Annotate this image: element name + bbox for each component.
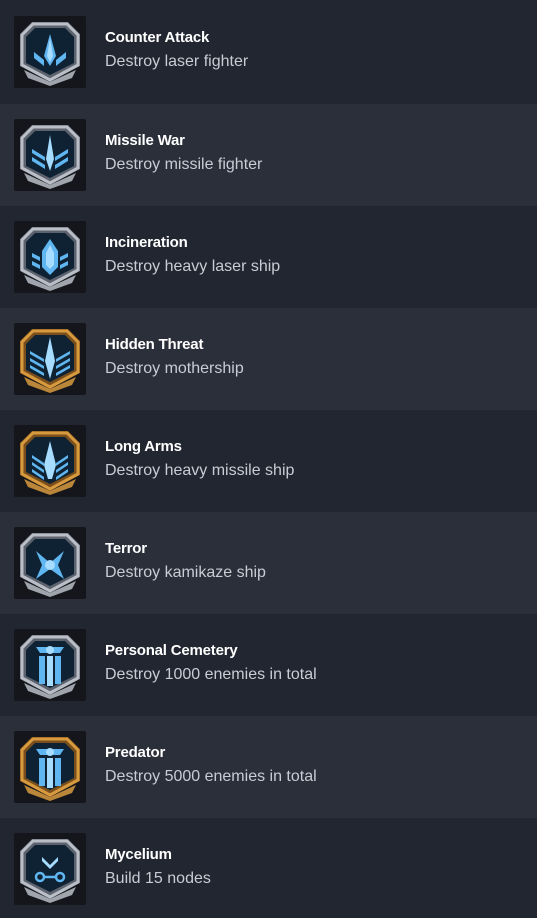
achievement-row: Counter Attack Destroy laser fighter	[0, 0, 537, 104]
achievement-row: Terror Destroy kamikaze ship	[0, 512, 537, 614]
achievement-row: Incineration Destroy heavy laser ship	[0, 206, 537, 308]
achievement-title: Missile War	[105, 132, 185, 149]
achievement-description: Build 15 nodes	[105, 870, 211, 887]
laser-fighter-icon	[14, 16, 86, 88]
achievement-title: Counter Attack	[105, 29, 210, 46]
achievement-description: Destroy heavy laser ship	[105, 258, 281, 275]
achievement-list: Counter Attack Destroy laser fighter Miss…	[0, 0, 537, 918]
achievement-description: Destroy heavy missile ship	[105, 462, 295, 479]
skull-banner-icon	[14, 731, 86, 803]
achievement-title: Personal Cemetery	[105, 642, 238, 659]
achievement-description: Destroy laser fighter	[105, 53, 249, 70]
achievement-row: Long Arms Destroy heavy missile ship	[0, 410, 537, 512]
kamikaze-ship-icon	[14, 527, 86, 599]
achievement-row: Predator Destroy 5000 enemies in total	[0, 716, 537, 818]
achievement-title: Mycelium	[105, 846, 172, 863]
achievement-title: Hidden Threat	[105, 336, 204, 353]
achievement-title: Incineration	[105, 234, 188, 251]
achievement-description: Destroy 1000 enemies in total	[105, 666, 317, 683]
missile-fighter-icon	[14, 119, 86, 191]
achievement-title: Terror	[105, 540, 147, 557]
achievement-description: Destroy kamikaze ship	[105, 564, 266, 581]
achievement-row: Mycelium Build 15 nodes	[0, 818, 537, 918]
achievement-description: Destroy 5000 enemies in total	[105, 768, 317, 785]
achievement-row: Personal Cemetery Destroy 1000 enemies in…	[0, 614, 537, 716]
mothership-icon	[14, 323, 86, 395]
heavy-laser-ship-icon	[14, 221, 86, 293]
achievement-description: Destroy missile fighter	[105, 156, 263, 173]
nodes-icon	[14, 833, 86, 905]
achievement-row: Missile War Destroy missile fighter	[0, 104, 537, 206]
skull-banner-icon	[14, 629, 86, 701]
achievement-title: Long Arms	[105, 438, 182, 455]
achievement-description: Destroy mothership	[105, 360, 244, 377]
achievement-title: Predator	[105, 744, 166, 761]
achievement-row: Hidden Threat Destroy mothership	[0, 308, 537, 410]
heavy-missile-ship-icon	[14, 425, 86, 497]
